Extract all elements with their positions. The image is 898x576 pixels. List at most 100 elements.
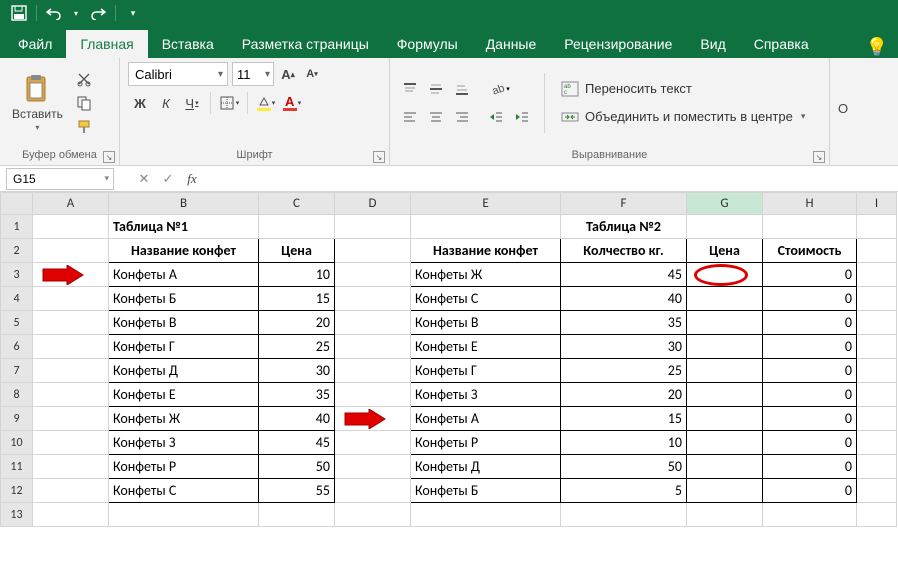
cell[interactable]: 35 xyxy=(259,383,335,407)
cell[interactable] xyxy=(33,455,109,479)
row-header[interactable]: 5 xyxy=(1,311,33,335)
merge-center-button[interactable]: Объединить и поместить в центре ▾ xyxy=(555,106,811,128)
align-center-icon[interactable] xyxy=(424,106,448,128)
col-header[interactable]: F xyxy=(561,193,687,215)
cell[interactable] xyxy=(33,479,109,503)
cell[interactable]: 0 xyxy=(763,431,857,455)
decrease-indent-icon[interactable] xyxy=(484,106,508,128)
cell[interactable] xyxy=(687,215,763,239)
cell[interactable]: 30 xyxy=(259,359,335,383)
formula-input[interactable] xyxy=(204,168,898,190)
cell[interactable]: 0 xyxy=(763,479,857,503)
row-header[interactable]: 11 xyxy=(1,455,33,479)
cell[interactable]: Таблица №1 xyxy=(109,215,259,239)
select-all-corner[interactable] xyxy=(1,193,33,215)
tab-view[interactable]: Вид xyxy=(686,30,739,58)
align-left-icon[interactable] xyxy=(398,106,422,128)
cell[interactable]: Конфеты А xyxy=(411,407,561,431)
cell[interactable]: 0 xyxy=(763,455,857,479)
tab-file[interactable]: Файл xyxy=(4,30,66,58)
cell[interactable]: 15 xyxy=(259,287,335,311)
cell[interactable] xyxy=(857,215,897,239)
col-header[interactable]: G xyxy=(687,193,763,215)
cell[interactable]: Конфеты Д xyxy=(411,455,561,479)
cell[interactable] xyxy=(857,263,897,287)
font-name-select[interactable]: Calibri xyxy=(128,62,228,86)
cell[interactable] xyxy=(33,383,109,407)
insert-function-icon[interactable]: fx xyxy=(180,168,204,190)
italic-button[interactable]: К xyxy=(154,92,178,114)
save-icon[interactable] xyxy=(6,2,32,24)
tab-home[interactable]: Главная xyxy=(66,30,147,58)
cell[interactable] xyxy=(411,503,561,527)
cell[interactable]: Конфеты Г xyxy=(109,335,259,359)
cell[interactable]: Конфеты Е xyxy=(109,383,259,407)
row-header[interactable]: 7 xyxy=(1,359,33,383)
tab-layout[interactable]: Разметка страницы xyxy=(228,30,383,58)
spreadsheet-grid[interactable]: A B C D E F G H I 1 Таблица №1 Таблица №… xyxy=(0,192,898,552)
col-header[interactable]: A xyxy=(33,193,109,215)
cell[interactable] xyxy=(687,335,763,359)
cell[interactable]: Конфеты Ж xyxy=(109,407,259,431)
tell-me-icon[interactable]: 💡 xyxy=(866,37,888,58)
cell[interactable]: Конфеты Р xyxy=(109,455,259,479)
tab-data[interactable]: Данные xyxy=(472,30,551,58)
cell[interactable]: 25 xyxy=(561,359,687,383)
cell[interactable] xyxy=(33,359,109,383)
cell[interactable] xyxy=(335,239,411,263)
cell[interactable]: Конфеты Б xyxy=(109,287,259,311)
cell[interactable] xyxy=(857,287,897,311)
row-header[interactable]: 6 xyxy=(1,335,33,359)
cell[interactable]: Колчество кг. xyxy=(561,239,687,263)
row-header[interactable]: 10 xyxy=(1,431,33,455)
cell[interactable] xyxy=(687,431,763,455)
cell[interactable]: 45 xyxy=(561,263,687,287)
col-header[interactable]: I xyxy=(857,193,897,215)
cell[interactable] xyxy=(335,431,411,455)
cell[interactable] xyxy=(857,503,897,527)
cell[interactable] xyxy=(335,311,411,335)
row-header[interactable]: 9 xyxy=(1,407,33,431)
bold-button[interactable]: Ж xyxy=(128,92,152,114)
cell[interactable]: 0 xyxy=(763,311,857,335)
cell[interactable]: Цена xyxy=(687,239,763,263)
cell[interactable]: 50 xyxy=(561,455,687,479)
row-header[interactable]: 3 xyxy=(1,263,33,287)
undo-dropdown-icon[interactable]: ▾ xyxy=(69,2,83,24)
col-header[interactable]: D xyxy=(335,193,411,215)
cell[interactable] xyxy=(763,215,857,239)
alignment-launcher-icon[interactable]: ↘ xyxy=(813,151,825,163)
cell[interactable] xyxy=(335,503,411,527)
tab-help[interactable]: Справка xyxy=(740,30,823,58)
cell[interactable]: 0 xyxy=(763,383,857,407)
cell[interactable] xyxy=(687,287,763,311)
cell[interactable] xyxy=(33,239,109,263)
cell[interactable]: 0 xyxy=(763,287,857,311)
cell[interactable] xyxy=(259,503,335,527)
undo-icon[interactable] xyxy=(41,2,67,24)
cell[interactable]: Название конфет xyxy=(109,239,259,263)
format-painter-icon[interactable] xyxy=(73,116,95,138)
fill-color-icon[interactable]: ▾ xyxy=(254,92,278,114)
font-size-select[interactable]: 11 xyxy=(232,62,274,86)
cell[interactable]: 0 xyxy=(763,263,857,287)
cell[interactable] xyxy=(687,503,763,527)
cell[interactable]: Конфеты Р xyxy=(411,431,561,455)
cell[interactable] xyxy=(857,383,897,407)
cell[interactable] xyxy=(33,311,109,335)
cell[interactable]: Конфеты Д xyxy=(109,359,259,383)
cell[interactable]: Конфеты В xyxy=(109,311,259,335)
paste-button[interactable]: Вставить ▾ xyxy=(8,71,67,134)
cell[interactable] xyxy=(763,503,857,527)
cell[interactable]: 30 xyxy=(561,335,687,359)
cell[interactable]: 10 xyxy=(259,263,335,287)
cell[interactable] xyxy=(687,263,763,287)
underline-button[interactable]: Ч▾ xyxy=(180,92,204,114)
cell[interactable] xyxy=(33,335,109,359)
col-header[interactable]: E xyxy=(411,193,561,215)
tab-insert[interactable]: Вставка xyxy=(148,30,228,58)
cell[interactable]: Название конфет xyxy=(411,239,561,263)
col-header[interactable]: C xyxy=(259,193,335,215)
row-header[interactable]: 12 xyxy=(1,479,33,503)
col-header[interactable]: B xyxy=(109,193,259,215)
